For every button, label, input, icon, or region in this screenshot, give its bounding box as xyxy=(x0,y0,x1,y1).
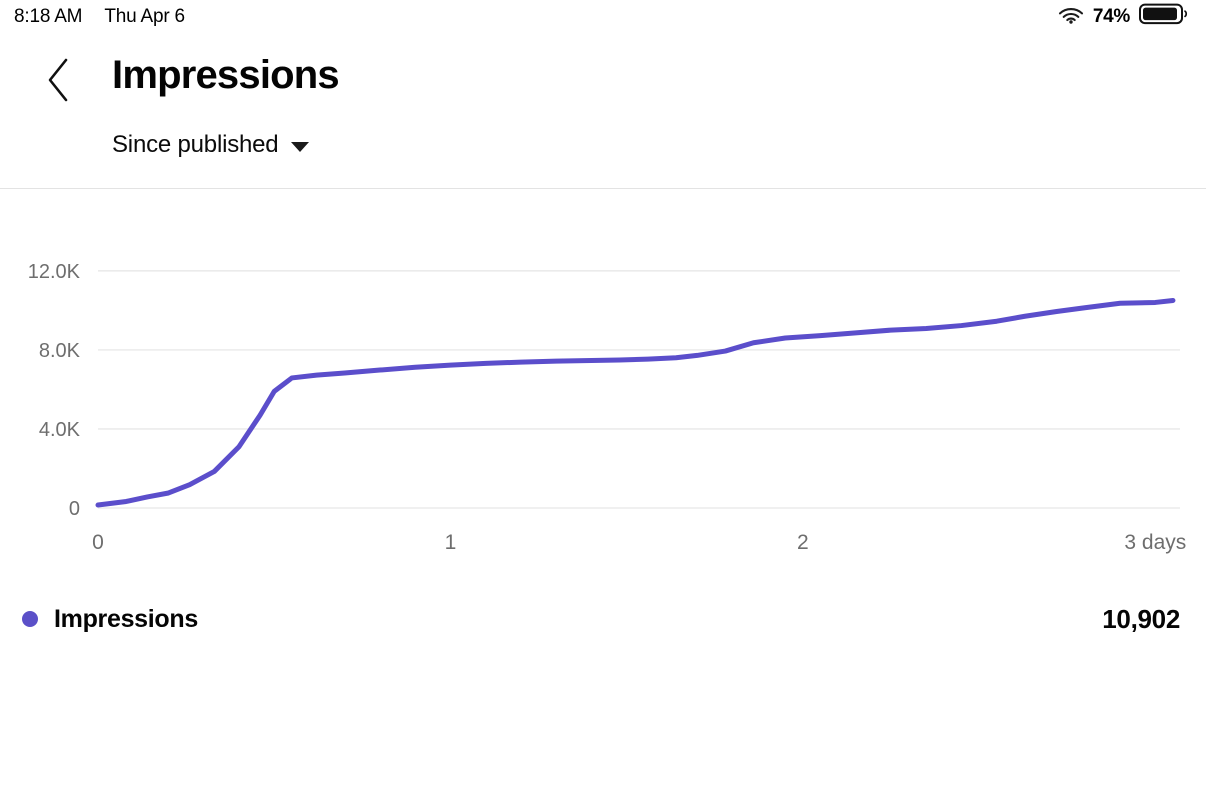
y-axis-tick-label: 12.0K xyxy=(28,261,81,283)
legend-series-label: Impressions xyxy=(54,604,198,633)
date-range-label: Since published xyxy=(112,131,279,158)
y-axis-tick-label: 0 xyxy=(69,498,80,520)
chart-line-series xyxy=(95,297,1176,508)
chart-y-axis-labels: 0 4.0K 8.0K 12.0K xyxy=(28,261,81,520)
back-button[interactable] xyxy=(36,57,82,107)
page-title: Impressions xyxy=(112,53,340,97)
battery-icon xyxy=(1139,3,1188,30)
impressions-chart: 0 4.0K 8.0K 12.0K 0 1 2 3 days xyxy=(0,189,1206,569)
status-bar-left: 8:18 AM Thu Apr 6 xyxy=(14,6,185,28)
chart-x-axis-labels: 0 1 2 3 days xyxy=(92,531,1186,554)
status-date: Thu Apr 6 xyxy=(104,5,185,27)
status-bar: 8:18 AM Thu Apr 6 74% xyxy=(0,0,1206,33)
chart-gridlines xyxy=(98,270,1180,509)
x-axis-tick-label: 2 xyxy=(797,531,809,554)
legend-series-entry: Impressions xyxy=(22,605,198,634)
date-range-dropdown[interactable]: Since published xyxy=(112,131,310,159)
x-axis-tick-label: 3 days xyxy=(1124,531,1186,554)
legend-total-value: 10,902 xyxy=(1102,603,1180,634)
battery-percent-label: 74% xyxy=(1092,5,1130,27)
chevron-left-icon xyxy=(45,57,73,108)
chart-svg: 0 4.0K 8.0K 12.0K 0 1 2 3 days xyxy=(28,261,1187,554)
x-axis-tick-label: 1 xyxy=(445,531,457,554)
chart-legend-row: Impressions 10,902 xyxy=(0,596,1206,642)
y-axis-tick-label: 8.0K xyxy=(39,340,81,362)
status-bar-right: 74% xyxy=(1058,3,1188,30)
legend-color-dot xyxy=(22,611,38,627)
x-axis-tick-label: 0 xyxy=(92,531,104,554)
wifi-icon xyxy=(1058,5,1084,29)
triangle-down-icon xyxy=(291,141,310,152)
y-axis-tick-label: 4.0K xyxy=(39,419,81,441)
status-time: 8:18 AM xyxy=(14,5,83,27)
page-header: Impressions Since published xyxy=(0,43,1206,188)
